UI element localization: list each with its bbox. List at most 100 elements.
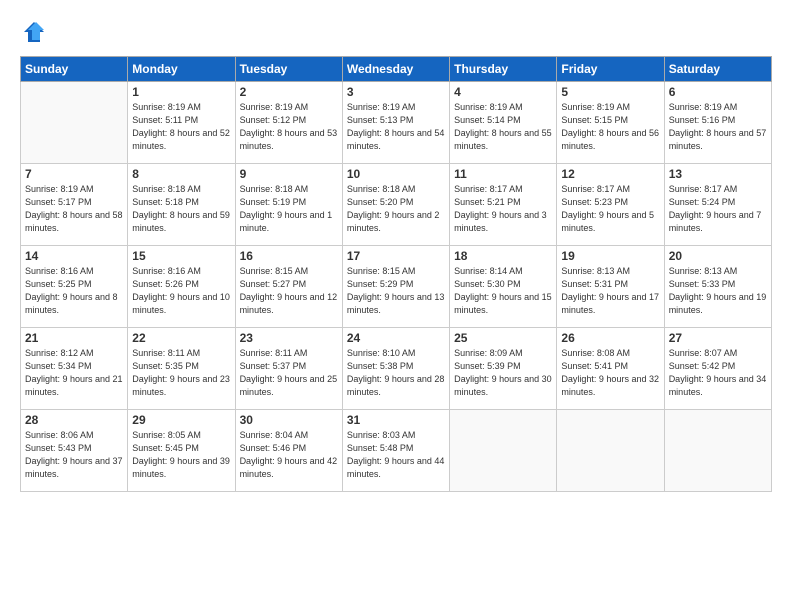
day-number: 11 [454,167,552,181]
day-info: Sunrise: 8:15 AMSunset: 5:27 PMDaylight:… [240,265,338,317]
day-number: 9 [240,167,338,181]
day-number: 29 [132,413,230,427]
calendar-cell: 26 Sunrise: 8:08 AMSunset: 5:41 PMDayligh… [557,328,664,410]
day-number: 12 [561,167,659,181]
calendar-week-row: 1 Sunrise: 8:19 AMSunset: 5:11 PMDaylight… [21,82,772,164]
day-number: 2 [240,85,338,99]
calendar-cell: 28Sunrise: 8:06 AMSunset: 5:43 PMDayligh… [21,410,128,492]
calendar-cell: 9 Sunrise: 8:18 AMSunset: 5:19 PMDaylight… [235,164,342,246]
day-number: 13 [669,167,767,181]
day-info: Sunrise: 8:06 AMSunset: 5:43 PMDaylight:… [25,429,123,481]
day-number: 6 [669,85,767,99]
day-number: 22 [132,331,230,345]
logo-icon [20,18,48,46]
calendar-cell [557,410,664,492]
day-info: Sunrise: 8:19 AMSunset: 5:11 PMDaylight:… [132,101,230,153]
day-info: Sunrise: 8:18 AMSunset: 5:19 PMDaylight:… [240,183,338,235]
calendar-cell: 11 Sunrise: 8:17 AMSunset: 5:21 PMDayligh… [450,164,557,246]
calendar-cell: 29Sunrise: 8:05 AMSunset: 5:45 PMDayligh… [128,410,235,492]
calendar-week-row: 7 Sunrise: 8:19 AMSunset: 5:17 PMDaylight… [21,164,772,246]
day-info: Sunrise: 8:18 AMSunset: 5:18 PMDaylight:… [132,183,230,235]
day-info: Sunrise: 8:11 AMSunset: 5:37 PMDaylight:… [240,347,338,399]
logo [20,18,52,46]
day-number: 3 [347,85,445,99]
calendar-cell: 15 Sunrise: 8:16 AMSunset: 5:26 PMDayligh… [128,246,235,328]
day-number: 25 [454,331,552,345]
calendar-day-header: Saturday [664,57,771,82]
day-info: Sunrise: 8:14 AMSunset: 5:30 PMDaylight:… [454,265,552,317]
day-number: 26 [561,331,659,345]
calendar-cell: 14Sunrise: 8:16 AMSunset: 5:25 PMDayligh… [21,246,128,328]
day-info: Sunrise: 8:19 AMSunset: 5:16 PMDaylight:… [669,101,767,153]
day-number: 10 [347,167,445,181]
calendar-cell [21,82,128,164]
day-number: 20 [669,249,767,263]
calendar-cell: 17Sunrise: 8:15 AMSunset: 5:29 PMDayligh… [342,246,449,328]
calendar-cell: 4 Sunrise: 8:19 AMSunset: 5:14 PMDaylight… [450,82,557,164]
calendar-week-row: 14Sunrise: 8:16 AMSunset: 5:25 PMDayligh… [21,246,772,328]
calendar-cell [664,410,771,492]
day-info: Sunrise: 8:13 AMSunset: 5:31 PMDaylight:… [561,265,659,317]
day-info: Sunrise: 8:08 AMSunset: 5:41 PMDaylight:… [561,347,659,399]
calendar-cell: 31Sunrise: 8:03 AMSunset: 5:48 PMDayligh… [342,410,449,492]
day-number: 23 [240,331,338,345]
day-number: 21 [25,331,123,345]
day-info: Sunrise: 8:09 AMSunset: 5:39 PMDaylight:… [454,347,552,399]
calendar-week-row: 28Sunrise: 8:06 AMSunset: 5:43 PMDayligh… [21,410,772,492]
calendar-day-header: Wednesday [342,57,449,82]
day-info: Sunrise: 8:16 AMSunset: 5:26 PMDaylight:… [132,265,230,317]
calendar-week-row: 21 Sunrise: 8:12 AMSunset: 5:34 PMDayligh… [21,328,772,410]
calendar-day-header: Tuesday [235,57,342,82]
calendar-day-header: Monday [128,57,235,82]
page: SundayMondayTuesdayWednesdayThursdayFrid… [0,0,792,612]
day-info: Sunrise: 8:12 AMSunset: 5:34 PMDaylight:… [25,347,123,399]
day-info: Sunrise: 8:13 AMSunset: 5:33 PMDaylight:… [669,265,767,317]
day-number: 1 [132,85,230,99]
calendar-cell: 1 Sunrise: 8:19 AMSunset: 5:11 PMDaylight… [128,82,235,164]
day-info: Sunrise: 8:19 AMSunset: 5:15 PMDaylight:… [561,101,659,153]
calendar-cell: 13 Sunrise: 8:17 AMSunset: 5:24 PMDayligh… [664,164,771,246]
day-number: 4 [454,85,552,99]
day-number: 24 [347,331,445,345]
calendar-cell: 24 Sunrise: 8:10 AMSunset: 5:38 PMDayligh… [342,328,449,410]
calendar-cell: 6 Sunrise: 8:19 AMSunset: 5:16 PMDaylight… [664,82,771,164]
day-info: Sunrise: 8:19 AMSunset: 5:12 PMDaylight:… [240,101,338,153]
day-number: 30 [240,413,338,427]
day-number: 5 [561,85,659,99]
day-info: Sunrise: 8:07 AMSunset: 5:42 PMDaylight:… [669,347,767,399]
day-number: 17 [347,249,445,263]
calendar-cell [450,410,557,492]
calendar-day-header: Sunday [21,57,128,82]
calendar-cell: 8Sunrise: 8:18 AMSunset: 5:18 PMDaylight… [128,164,235,246]
calendar-cell: 3 Sunrise: 8:19 AMSunset: 5:13 PMDaylight… [342,82,449,164]
calendar-cell: 20 Sunrise: 8:13 AMSunset: 5:33 PMDayligh… [664,246,771,328]
header [20,18,772,46]
day-info: Sunrise: 8:17 AMSunset: 5:23 PMDaylight:… [561,183,659,235]
calendar-cell: 19 Sunrise: 8:13 AMSunset: 5:31 PMDayligh… [557,246,664,328]
calendar-cell: 23 Sunrise: 8:11 AMSunset: 5:37 PMDayligh… [235,328,342,410]
day-number: 15 [132,249,230,263]
calendar-cell: 7 Sunrise: 8:19 AMSunset: 5:17 PMDaylight… [21,164,128,246]
calendar-cell: 22Sunrise: 8:11 AMSunset: 5:35 PMDayligh… [128,328,235,410]
day-info: Sunrise: 8:19 AMSunset: 5:14 PMDaylight:… [454,101,552,153]
calendar-header-row: SundayMondayTuesdayWednesdayThursdayFrid… [21,57,772,82]
day-number: 27 [669,331,767,345]
calendar-cell: 25 Sunrise: 8:09 AMSunset: 5:39 PMDayligh… [450,328,557,410]
calendar-cell: 12 Sunrise: 8:17 AMSunset: 5:23 PMDayligh… [557,164,664,246]
day-info: Sunrise: 8:19 AMSunset: 5:13 PMDaylight:… [347,101,445,153]
calendar-day-header: Friday [557,57,664,82]
calendar-cell: 21 Sunrise: 8:12 AMSunset: 5:34 PMDayligh… [21,328,128,410]
calendar-cell: 16Sunrise: 8:15 AMSunset: 5:27 PMDayligh… [235,246,342,328]
calendar-cell: 2 Sunrise: 8:19 AMSunset: 5:12 PMDaylight… [235,82,342,164]
calendar-cell: 27 Sunrise: 8:07 AMSunset: 5:42 PMDayligh… [664,328,771,410]
calendar-cell: 10 Sunrise: 8:18 AMSunset: 5:20 PMDayligh… [342,164,449,246]
day-number: 19 [561,249,659,263]
day-info: Sunrise: 8:10 AMSunset: 5:38 PMDaylight:… [347,347,445,399]
calendar-cell: 30Sunrise: 8:04 AMSunset: 5:46 PMDayligh… [235,410,342,492]
day-info: Sunrise: 8:17 AMSunset: 5:24 PMDaylight:… [669,183,767,235]
day-number: 7 [25,167,123,181]
calendar-table: SundayMondayTuesdayWednesdayThursdayFrid… [20,56,772,492]
day-info: Sunrise: 8:17 AMSunset: 5:21 PMDaylight:… [454,183,552,235]
day-info: Sunrise: 8:19 AMSunset: 5:17 PMDaylight:… [25,183,123,235]
day-info: Sunrise: 8:18 AMSunset: 5:20 PMDaylight:… [347,183,445,235]
